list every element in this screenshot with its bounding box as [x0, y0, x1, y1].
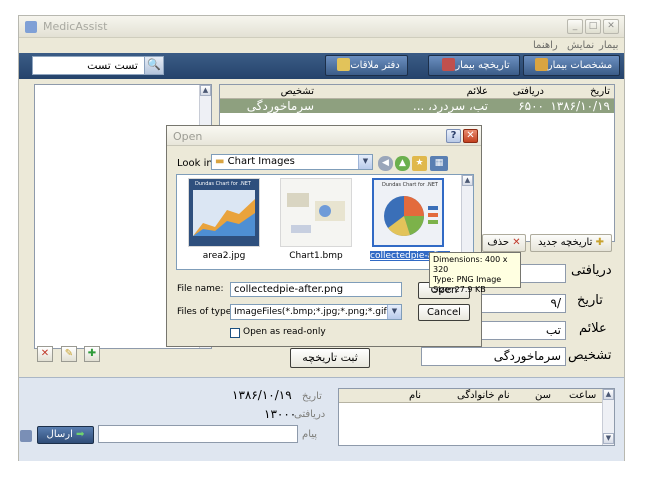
delete-icon: ✕: [512, 237, 521, 248]
bottom-date-value: ۱۳۸۶/۱۰/۱۹: [232, 388, 292, 402]
header-symptoms[interactable]: علائم: [467, 86, 488, 97]
thumbnail-collectedpie[interactable]: Dundas Chart for .NET: [372, 178, 444, 247]
search-value: تست تست: [87, 59, 138, 72]
header-name[interactable]: نام: [409, 390, 421, 401]
users-icon: [534, 58, 548, 71]
menu-help[interactable]: راهنما: [533, 40, 558, 51]
note-add-icon: ✚: [595, 237, 604, 248]
dialog-close-button[interactable]: ✕: [463, 129, 478, 143]
new-folder-icon[interactable]: ★: [412, 156, 427, 171]
bottom-paid-label: دریافتی: [294, 409, 326, 420]
table-row[interactable]: ۱۳۸۶/۱۰/۱۹ ۶۵۰۰ تب، سردرد، ... سرماخوردگ…: [220, 99, 614, 113]
cell-paid: ۶۵۰۰: [518, 99, 544, 113]
window-title: MedicAssist: [43, 20, 108, 33]
calendar-icon: [442, 58, 456, 71]
cell-date: ۱۳۸۶/۱۰/۱۹: [550, 99, 610, 113]
cell-diagnosis: سرماخوردگی: [246, 99, 314, 113]
bottom-date-label: تاریخ: [302, 391, 322, 402]
toolbar: تست تست 🔍 دفتر ملاقات تاریخچه بیمار مشخص…: [19, 53, 624, 79]
add-patient-button[interactable]: ✚: [84, 346, 100, 362]
open-file-dialog: Open ? ✕ Look in: ▬ Chart Images ▼ ◀ ▲ ★…: [166, 125, 482, 347]
header-lastname[interactable]: نام خانوادگی: [457, 390, 510, 401]
header-age[interactable]: سن: [535, 390, 551, 401]
thumbnail-chart1[interactable]: [280, 178, 352, 247]
header-paid[interactable]: دریافتی: [513, 86, 544, 97]
dialog-title: Open: [173, 130, 203, 143]
scroll-up-arrow[interactable]: ▲: [462, 175, 473, 186]
file-name-area2[interactable]: area2.jpg: [186, 251, 262, 261]
header-diagnosis[interactable]: تشخیص: [281, 86, 314, 97]
tooltip-type: Type: PNG Image: [433, 275, 502, 284]
up-folder-icon[interactable]: ▲: [395, 156, 410, 171]
folder-icon: ▬: [215, 156, 225, 167]
history-grid-header: تاریخ دریافتی علائم تشخیص: [220, 85, 614, 99]
diagnosis-field[interactable]: سرماخوردگی: [421, 347, 566, 366]
area-chart-thumbnail: [189, 179, 259, 246]
edit-patient-button[interactable]: ✎: [61, 346, 77, 362]
search-icon[interactable]: 🔍: [144, 57, 163, 74]
status-icon: [20, 430, 32, 442]
maximize-button[interactable]: □: [585, 19, 601, 34]
app-icon: [25, 21, 37, 33]
bottom-paid-value: ۱۳۰۰۰: [264, 407, 297, 421]
thumbnail-caption: Dundas Chart for .NET: [195, 181, 251, 187]
dialog-title-bar: Open ? ✕: [167, 126, 481, 146]
patient-specs-button[interactable]: مشخصات بیمار: [523, 55, 620, 76]
scroll-up-arrow[interactable]: ▲: [603, 389, 614, 400]
bottom-panel: تاریخ ۱۳۸۶/۱۰/۱۹ دریافتی ۱۳۰۰۰ پیام ارسا…: [19, 377, 624, 461]
chart-thumbnail: [281, 179, 351, 246]
appointments-button[interactable]: دفتر ملاقات: [325, 55, 408, 76]
pie-chart-thumbnail: [374, 180, 442, 245]
appointments-grid[interactable]: ساعت سن نام خانوادگی نام ▲ ▼: [338, 388, 615, 446]
menu-patient[interactable]: بیمار: [599, 40, 618, 51]
file-name-chart1[interactable]: Chart1.bmp: [278, 251, 354, 261]
file-tooltip: Dimensions: 400 x 320 Type: PNG Image Si…: [429, 252, 521, 294]
new-history-button[interactable]: تاریخچه جدید ✚: [530, 234, 612, 252]
delete-patient-button[interactable]: ✕: [37, 346, 53, 362]
readonly-checkbox[interactable]: [230, 328, 240, 338]
message-label: پیام: [302, 429, 318, 440]
patient-history-button[interactable]: تاریخچه بیمار: [428, 55, 520, 76]
menu-bar: بیمار نمایش راهنما: [19, 38, 624, 54]
label-paid: دریافتی: [571, 263, 612, 278]
readonly-label: Open as read-only: [243, 327, 326, 337]
save-history-button[interactable]: ثبت تاریخچه: [290, 348, 370, 368]
minimize-button[interactable]: _: [567, 19, 583, 34]
file-name-label: File name:: [177, 284, 224, 294]
scroll-up-arrow[interactable]: ▲: [200, 85, 211, 96]
tooltip-dimensions: Dimensions: 400 x 320: [433, 255, 508, 274]
back-icon[interactable]: ◀: [378, 156, 393, 171]
label-symptoms: علائم: [579, 321, 607, 336]
close-button[interactable]: ✕: [603, 19, 619, 34]
appointments-grid-header: ساعت سن نام خانوادگی نام: [339, 389, 614, 403]
tooltip-size: Size: 27.9 KB: [433, 285, 486, 294]
scroll-down-arrow[interactable]: ▼: [603, 433, 614, 444]
title-bar: MedicAssist _ □ ✕: [19, 16, 624, 38]
file-type-select[interactable]: ImageFiles(*.bmp;*.jpg;*.png;*.gif) ▼: [230, 304, 402, 320]
cell-symptoms: تب، سردرد، ...: [412, 99, 488, 113]
header-time[interactable]: ساعت: [569, 390, 596, 401]
label-diagnosis: تشخیص: [568, 348, 612, 363]
thumbnail-area2[interactable]: Dundas Chart for .NET: [188, 178, 260, 247]
appointments-scrollbar[interactable]: ▲ ▼: [602, 389, 614, 445]
look-in-select[interactable]: ▬ Chart Images ▼: [211, 154, 373, 170]
header-date[interactable]: تاریخ: [590, 86, 610, 97]
thumbnail-caption: Dundas Chart for .NET: [382, 182, 438, 188]
help-button[interactable]: ?: [446, 129, 461, 143]
label-date: تاریخ: [577, 293, 603, 308]
delete-history-button[interactable]: حذف ✕: [482, 234, 526, 252]
patient-search[interactable]: تست تست 🔍: [32, 56, 164, 75]
cancel-button[interactable]: Cancel: [418, 304, 470, 321]
menu-view[interactable]: نمایش: [567, 40, 594, 51]
send-button[interactable]: ارسال ➡: [37, 426, 94, 444]
arrow-right-icon: ➡: [76, 429, 85, 440]
notebook-icon: [337, 58, 351, 71]
view-menu-icon[interactable]: ▦: [430, 156, 448, 171]
file-name-input[interactable]: collectedpie-after.png: [230, 282, 402, 297]
chevron-down-icon[interactable]: ▼: [387, 305, 401, 319]
message-input[interactable]: [98, 425, 298, 443]
chevron-down-icon[interactable]: ▼: [358, 155, 372, 169]
file-type-label: Files of type:: [177, 307, 235, 317]
